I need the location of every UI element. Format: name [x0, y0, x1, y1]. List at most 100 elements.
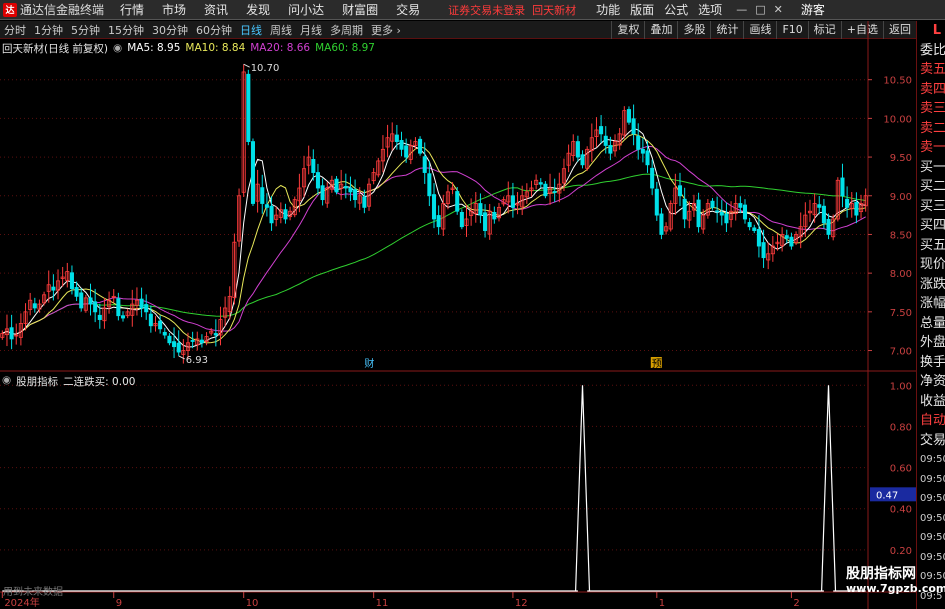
candle-body — [51, 286, 56, 291]
high-price-label: 10.70 — [251, 63, 280, 74]
candle-body — [682, 198, 687, 220]
panel-item: 委比 — [920, 42, 945, 58]
candle-body — [311, 158, 316, 173]
candle-body — [510, 195, 515, 208]
menu-trade[interactable]: 交易 — [396, 1, 420, 18]
price-tick-label: 7.50 — [890, 308, 912, 319]
candle-body — [422, 156, 427, 173]
menu-market[interactable]: 市场 — [162, 1, 186, 18]
price-tick-label: 10.00 — [883, 114, 912, 125]
panel-item: 买一 — [920, 159, 945, 175]
candle-body — [738, 203, 743, 208]
candle-body — [404, 145, 409, 158]
auto-trade-label[interactable]: 自动 — [917, 411, 945, 431]
restore-button[interactable]: □ — [755, 3, 765, 16]
panel-item: 总量 — [920, 315, 945, 331]
close-button[interactable]: ✕ — [774, 3, 783, 16]
candle-body — [148, 313, 153, 327]
candle-body — [348, 187, 353, 193]
menu-formula[interactable]: 公式 — [664, 1, 688, 18]
candle-body — [784, 235, 789, 239]
guest-login[interactable]: 游客 — [801, 1, 825, 18]
kline-chart[interactable]: 7.00 7.50 8.00 8.50 9.00 9.50 10.00 10.50 0.20 0.… — [0, 21, 916, 609]
settings-circle-icon[interactable]: ◉ — [113, 42, 122, 54]
trade-label[interactable]: 交易 — [917, 431, 945, 451]
candle-body — [492, 211, 497, 220]
candle-body — [478, 203, 483, 216]
panel-item: 涨跌 — [920, 276, 945, 292]
candle-body — [139, 298, 144, 309]
candle-body — [654, 188, 659, 216]
menu-wealth[interactable]: 财富圈 — [342, 1, 378, 18]
candle-body — [538, 182, 543, 185]
title-menu-bar: 达 通达信金融终端 行情 市场 资讯 发现 问小达 财富圈 交易 证券交易未登录… — [0, 0, 945, 20]
candle-body — [599, 126, 604, 135]
panel-item: 卖五 — [920, 62, 945, 77]
time-row: 09:50 — [920, 473, 945, 485]
menu-ask[interactable]: 问小达 — [288, 1, 324, 18]
legend-title: 回天新材(日线 前复权) — [2, 42, 109, 55]
main-chart-legend: 回天新材(日线 前复权) ◉ MA5: 8.95 MA10: 8.84 MA20… — [2, 41, 375, 55]
candle-body — [269, 205, 274, 224]
candle-body — [315, 172, 320, 189]
candle-body — [32, 303, 37, 309]
menu-layout[interactable]: 版面 — [630, 1, 654, 18]
candle-body — [283, 209, 288, 220]
candle-body — [362, 196, 367, 208]
time-tick-label: 12 — [515, 598, 528, 609]
panel-item: 涨幅 — [920, 296, 945, 311]
candle-body — [264, 204, 269, 208]
indicator-tick-label: 1.00 — [890, 381, 912, 392]
earnings-report-marker: 财 — [364, 357, 374, 370]
candle-body — [761, 242, 766, 259]
candle-body — [724, 213, 729, 224]
candle-body — [158, 320, 163, 330]
settings-circle-icon[interactable]: ◉ — [2, 374, 11, 389]
time-tick-label: 11 — [376, 598, 389, 609]
candle-body — [845, 198, 850, 208]
candle-body — [696, 199, 701, 228]
high-marker — [243, 63, 250, 68]
indicator-name[interactable]: 股朋指标 — [16, 374, 58, 389]
candle-body — [645, 150, 650, 166]
menu-discover[interactable]: 发现 — [246, 1, 270, 18]
panel-item: 卖三 — [920, 101, 945, 116]
price-tick-label: 10.50 — [883, 76, 912, 87]
panel-top-letter[interactable]: L — [917, 21, 945, 41]
legend-ma20: MA20: 8.66 — [250, 42, 311, 54]
candle-body — [79, 292, 84, 309]
indicator-value-label: 0.47 — [876, 490, 898, 501]
candle-body — [74, 287, 79, 297]
indicator-tick-label: 0.40 — [890, 505, 912, 516]
sub-chart-legend: ◉ 股朋指标 二连跌买: 0.00 — [2, 374, 135, 389]
legend-ma10: MA10: 8.84 — [185, 42, 246, 54]
low-price-label: 6.93 — [186, 355, 208, 366]
panel-item: 换手 — [920, 354, 945, 370]
candle-body — [710, 200, 715, 208]
legend-ma5: MA5: 8.95 — [127, 42, 181, 54]
minimize-button[interactable]: — — [736, 3, 747, 16]
menu-quotes[interactable]: 行情 — [120, 1, 144, 18]
candle-body — [756, 229, 761, 247]
candle-body — [176, 342, 181, 353]
time-tick-label: 9 — [116, 598, 122, 609]
candle-body — [543, 183, 548, 197]
candle-body — [172, 341, 177, 348]
time-row: 09:50 — [920, 493, 945, 504]
trade-login-warning[interactable]: 证券交易未登录 回天新材 — [448, 2, 576, 18]
candle-body — [650, 167, 655, 189]
app-title: 通达信金融终端 — [20, 3, 105, 17]
menu-function[interactable]: 功能 — [596, 1, 620, 18]
candle-body — [320, 185, 325, 201]
menu-news[interactable]: 资讯 — [204, 1, 228, 18]
candle-body — [789, 236, 794, 247]
candle-body — [9, 327, 14, 340]
menu-options[interactable]: 选项 — [698, 1, 722, 18]
candle-body — [747, 222, 752, 228]
price-tick-label: 8.50 — [890, 230, 912, 241]
candle-body — [626, 109, 631, 123]
candle-body — [640, 148, 645, 154]
panel-item: 现价 — [920, 257, 945, 272]
candle-body — [343, 186, 348, 189]
future-data-notice: 用到未来数据 — [3, 587, 63, 598]
